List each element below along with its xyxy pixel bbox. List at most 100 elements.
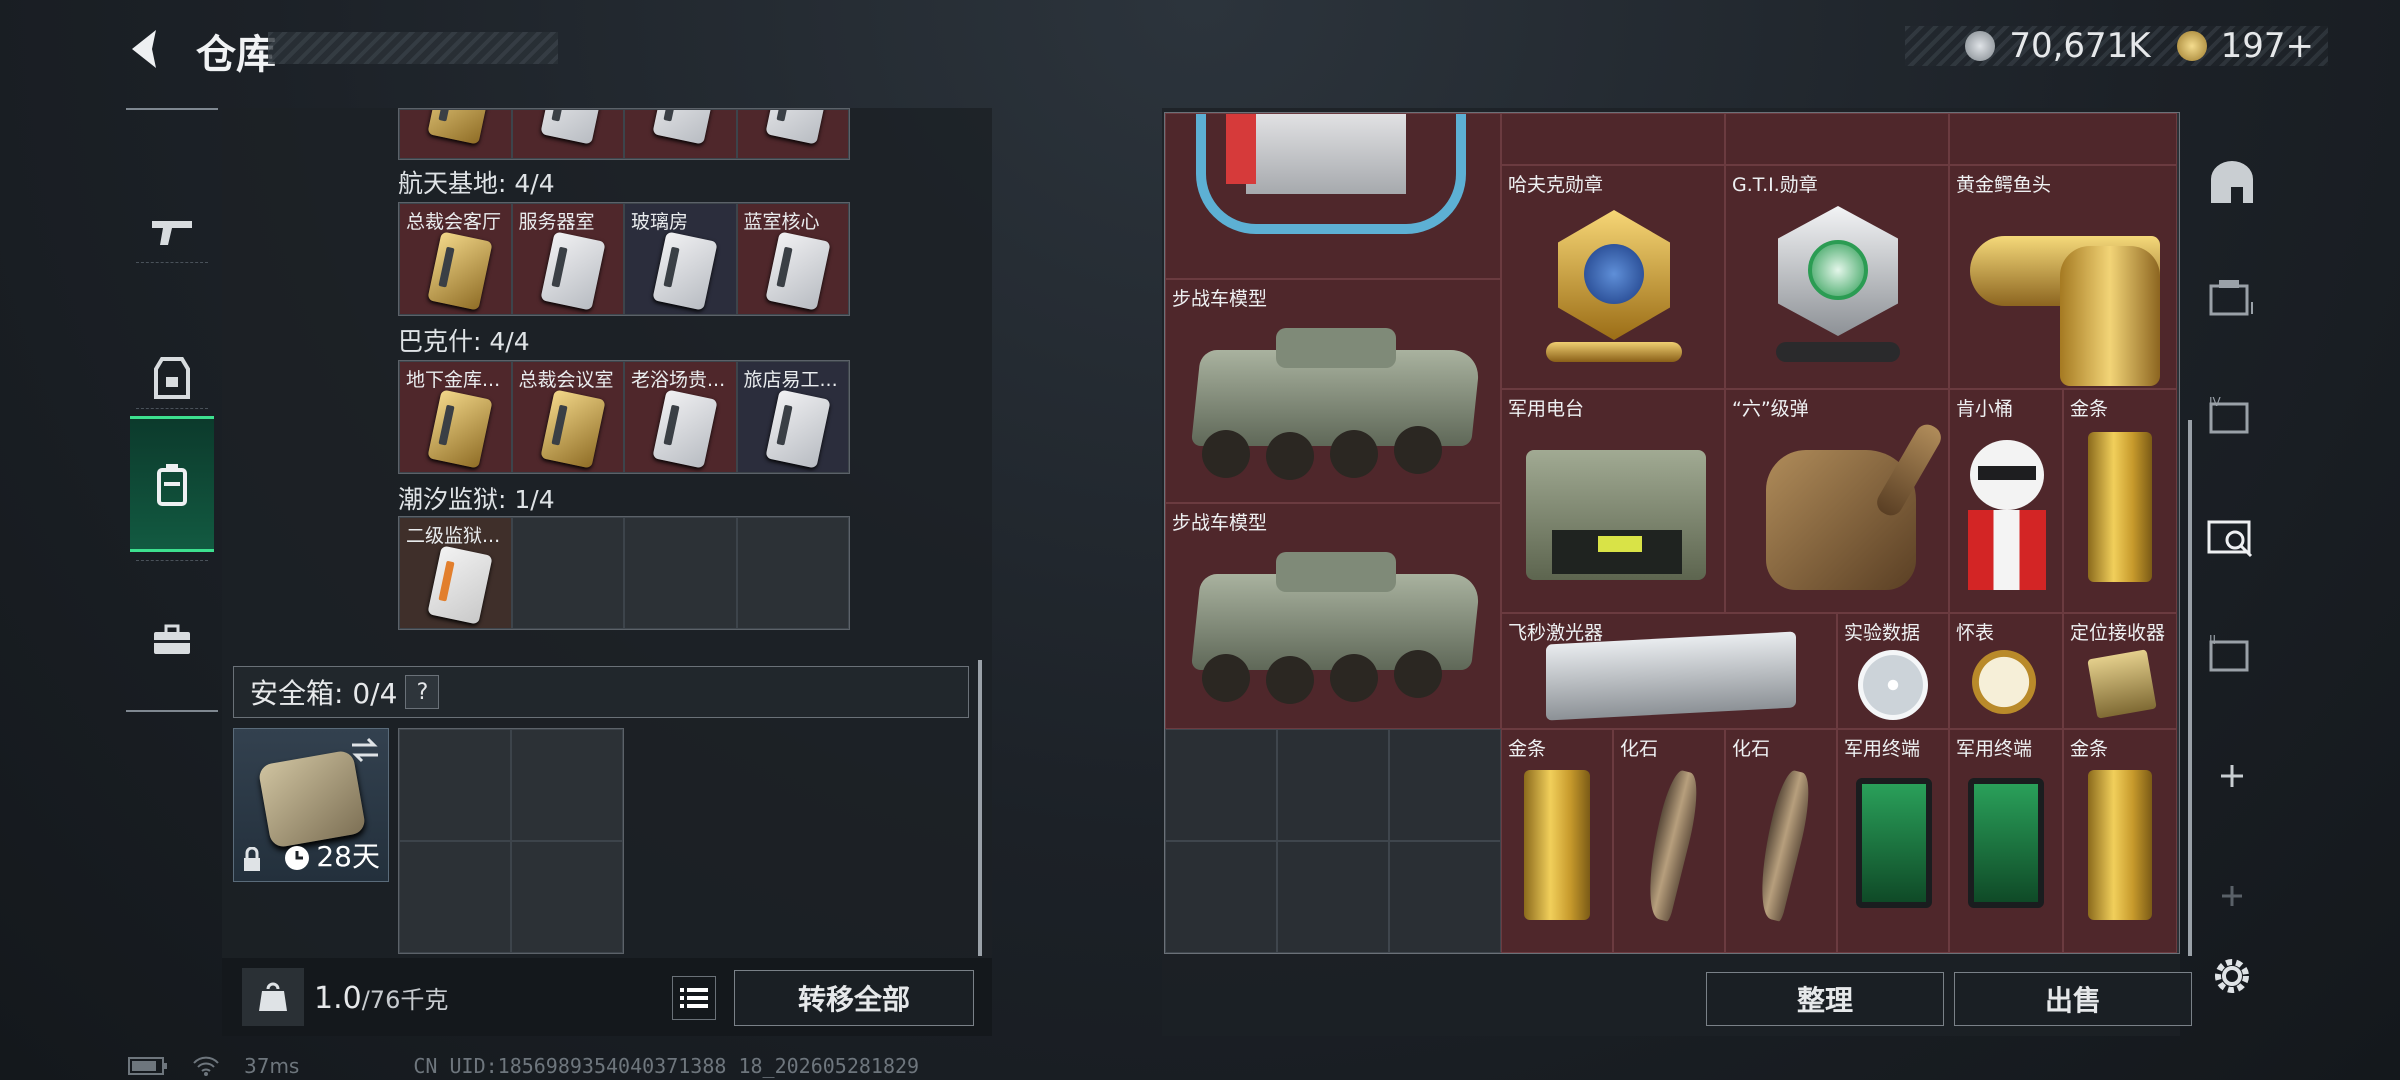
stash-item-military-terminal[interactable]: 军用终端: [1837, 729, 1949, 953]
right-scrollbar[interactable]: [2188, 420, 2192, 956]
keycard-item[interactable]: 地下金库...: [399, 361, 512, 473]
keycard-item[interactable]: 旅店易工...: [736, 361, 849, 473]
safe-slot-empty[interactable]: [511, 841, 623, 953]
safe-slot-empty[interactable]: [399, 729, 511, 841]
safe-duration: 28天: [316, 840, 380, 873]
stash-item-ifv-model[interactable]: 步战车模型: [1165, 279, 1501, 503]
stash-tab-sell-icon: [2207, 520, 2253, 558]
backpack-icon: [157, 464, 187, 506]
item-name: 哈夫克勋章: [1508, 174, 1604, 196]
stash-slot-empty[interactable]: [1277, 841, 1389, 953]
stash-item-military-terminal[interactable]: 军用终端: [1949, 729, 2063, 953]
keycard-slot[interactable]: [624, 109, 737, 159]
stash-item-ifv-model[interactable]: 步战车模型: [1165, 503, 1501, 729]
safe-slot-empty[interactable]: [399, 841, 511, 953]
stash-item-femtosecond-laser[interactable]: 飞秒激光器: [1501, 613, 1837, 729]
keycard-slot[interactable]: [736, 109, 849, 159]
keycard-slot[interactable]: [511, 109, 624, 159]
settings-button[interactable]: [2200, 944, 2264, 1008]
nav-divider: [136, 560, 208, 561]
safe-box-header: 安全箱: 0/4 ?: [233, 666, 969, 718]
stash-item-military-radio[interactable]: 军用电台: [1501, 389, 1725, 613]
status-bar: 37ms CN UID:1856989354040371388 18_20260…: [128, 1054, 919, 1078]
keycard-item[interactable]: 总裁会客厅: [399, 203, 512, 315]
stash-slot-empty[interactable]: [1165, 729, 1277, 841]
keycard-item[interactable]: 蓝室核心: [736, 203, 849, 315]
stash-item-partial[interactable]: [1949, 113, 2177, 165]
stash-item-golden-crocodile[interactable]: 黄金鳄鱼头: [1949, 165, 2177, 389]
sort-button[interactable]: 整理: [1706, 972, 1944, 1026]
keycard-row: 总裁会客厅 服务器室 玻璃房 蓝室核心: [398, 202, 850, 316]
item-name: 定位接收器: [2070, 622, 2166, 644]
stash-tab-2[interactable]: II: [2200, 622, 2264, 686]
stash-item-six-level-ammo[interactable]: “六”级弹: [1725, 389, 1949, 613]
nav-case[interactable]: [130, 572, 214, 708]
stash-tab-1-icon: [2209, 280, 2253, 316]
item-name: 步战车模型: [1172, 512, 1268, 534]
lock-icon: [244, 847, 260, 871]
keycard-item[interactable]: 玻璃房: [624, 203, 737, 315]
nav-backpack[interactable]: [130, 416, 214, 552]
transfer-all-button[interactable]: 转移全部: [734, 970, 974, 1026]
stash-tab-1[interactable]: [2200, 266, 2264, 330]
keycard-item[interactable]: 老浴场贵...: [624, 361, 737, 473]
stash-item-kfc-bucket[interactable]: 肯小桶: [1949, 389, 2063, 613]
weight-current: 1.0: [314, 981, 362, 1016]
inventory-footer: 1.0/76千克 转移全部: [222, 958, 992, 1036]
stash-item-gti-medal[interactable]: G.T.I.勋章: [1725, 165, 1949, 389]
wifi-icon: [193, 1056, 219, 1076]
stash-item-pocket-watch[interactable]: 怀表: [1949, 613, 2063, 729]
stash-item-partial[interactable]: [1501, 113, 1725, 165]
keycard-item[interactable]: 二级监狱...: [399, 517, 512, 629]
nav-weapons[interactable]: [130, 164, 214, 300]
keycard-name: 旅店易工...: [743, 369, 838, 391]
stash-item-experiment-data[interactable]: 实验数据: [1837, 613, 1949, 729]
keycard-item[interactable]: 总裁会议室: [511, 361, 624, 473]
stash-slot-empty[interactable]: [1389, 729, 1501, 841]
left-scrollbar[interactable]: [978, 660, 982, 956]
currency-alt-value[interactable]: 197+: [2221, 26, 2314, 66]
keycard-slot-empty: [511, 517, 624, 629]
stash-tab-4[interactable]: IV: [2200, 384, 2264, 448]
clock-icon: [285, 846, 309, 870]
currency-main-value: 70,671K: [2009, 26, 2151, 66]
help-icon[interactable]: ?: [405, 675, 440, 709]
keycard-name: 玻璃房: [631, 211, 689, 233]
sell-button[interactable]: 出售: [1954, 972, 2192, 1026]
stash-slot-empty[interactable]: [1389, 841, 1501, 953]
stash-tab-4-icon: IV: [2209, 396, 2249, 434]
stash-slot-empty[interactable]: [1277, 729, 1389, 841]
stash-item-locator-receiver[interactable]: 定位接收器: [2063, 613, 2177, 729]
weight-icon: [242, 968, 304, 1026]
stash-item-partial[interactable]: [1725, 113, 1949, 165]
stash-grid: 哈夫克勋章 G.T.I.勋章 黄金鳄鱼头 步战车模型 步战车模型 军用电台 “六…: [1164, 112, 2180, 954]
keycard-slot[interactable]: [399, 109, 512, 159]
keycard-row: 二级监狱...: [398, 516, 850, 630]
ping-value: 37ms: [244, 1054, 300, 1078]
keycard-item[interactable]: 服务器室: [511, 203, 624, 315]
stash-item-fossil[interactable]: 化石: [1613, 729, 1725, 953]
stash-item-gold-bar[interactable]: 金条: [1501, 729, 1613, 953]
stash-tab-selected[interactable]: [2200, 504, 2264, 568]
back-arrow-icon[interactable]: [122, 24, 172, 74]
list-view-button[interactable]: [672, 976, 716, 1020]
keycard-name: 二级监狱...: [406, 525, 501, 547]
item-name: 步战车模型: [1172, 288, 1268, 310]
add-stash-tab-button[interactable]: [2200, 744, 2264, 808]
keycard-name: 服务器室: [518, 211, 595, 233]
stash-home-tab[interactable]: [2200, 150, 2264, 214]
title-decoration: [268, 32, 558, 64]
item-name: 实验数据: [1844, 622, 1921, 644]
equipment-category-nav: [126, 108, 218, 712]
stash-item-gold-bar[interactable]: 金条: [2063, 389, 2177, 613]
keycard-group-label: 潮汐监狱: 1/4: [398, 485, 555, 514]
stash-tab-nav: IV II: [2196, 108, 2268, 1036]
stash-item-fossil[interactable]: 化石: [1725, 729, 1837, 953]
safe-box-item[interactable]: 28天: [233, 728, 389, 882]
stash-item-haavk-medal[interactable]: 哈夫克勋章: [1501, 165, 1725, 389]
stash-item-gold-bar[interactable]: 金条: [2063, 729, 2177, 953]
stash-slot-empty[interactable]: [1165, 841, 1277, 953]
safe-slot-empty[interactable]: [511, 729, 623, 841]
swap-icon[interactable]: [350, 737, 380, 763]
stash-item-machine[interactable]: [1165, 113, 1501, 279]
